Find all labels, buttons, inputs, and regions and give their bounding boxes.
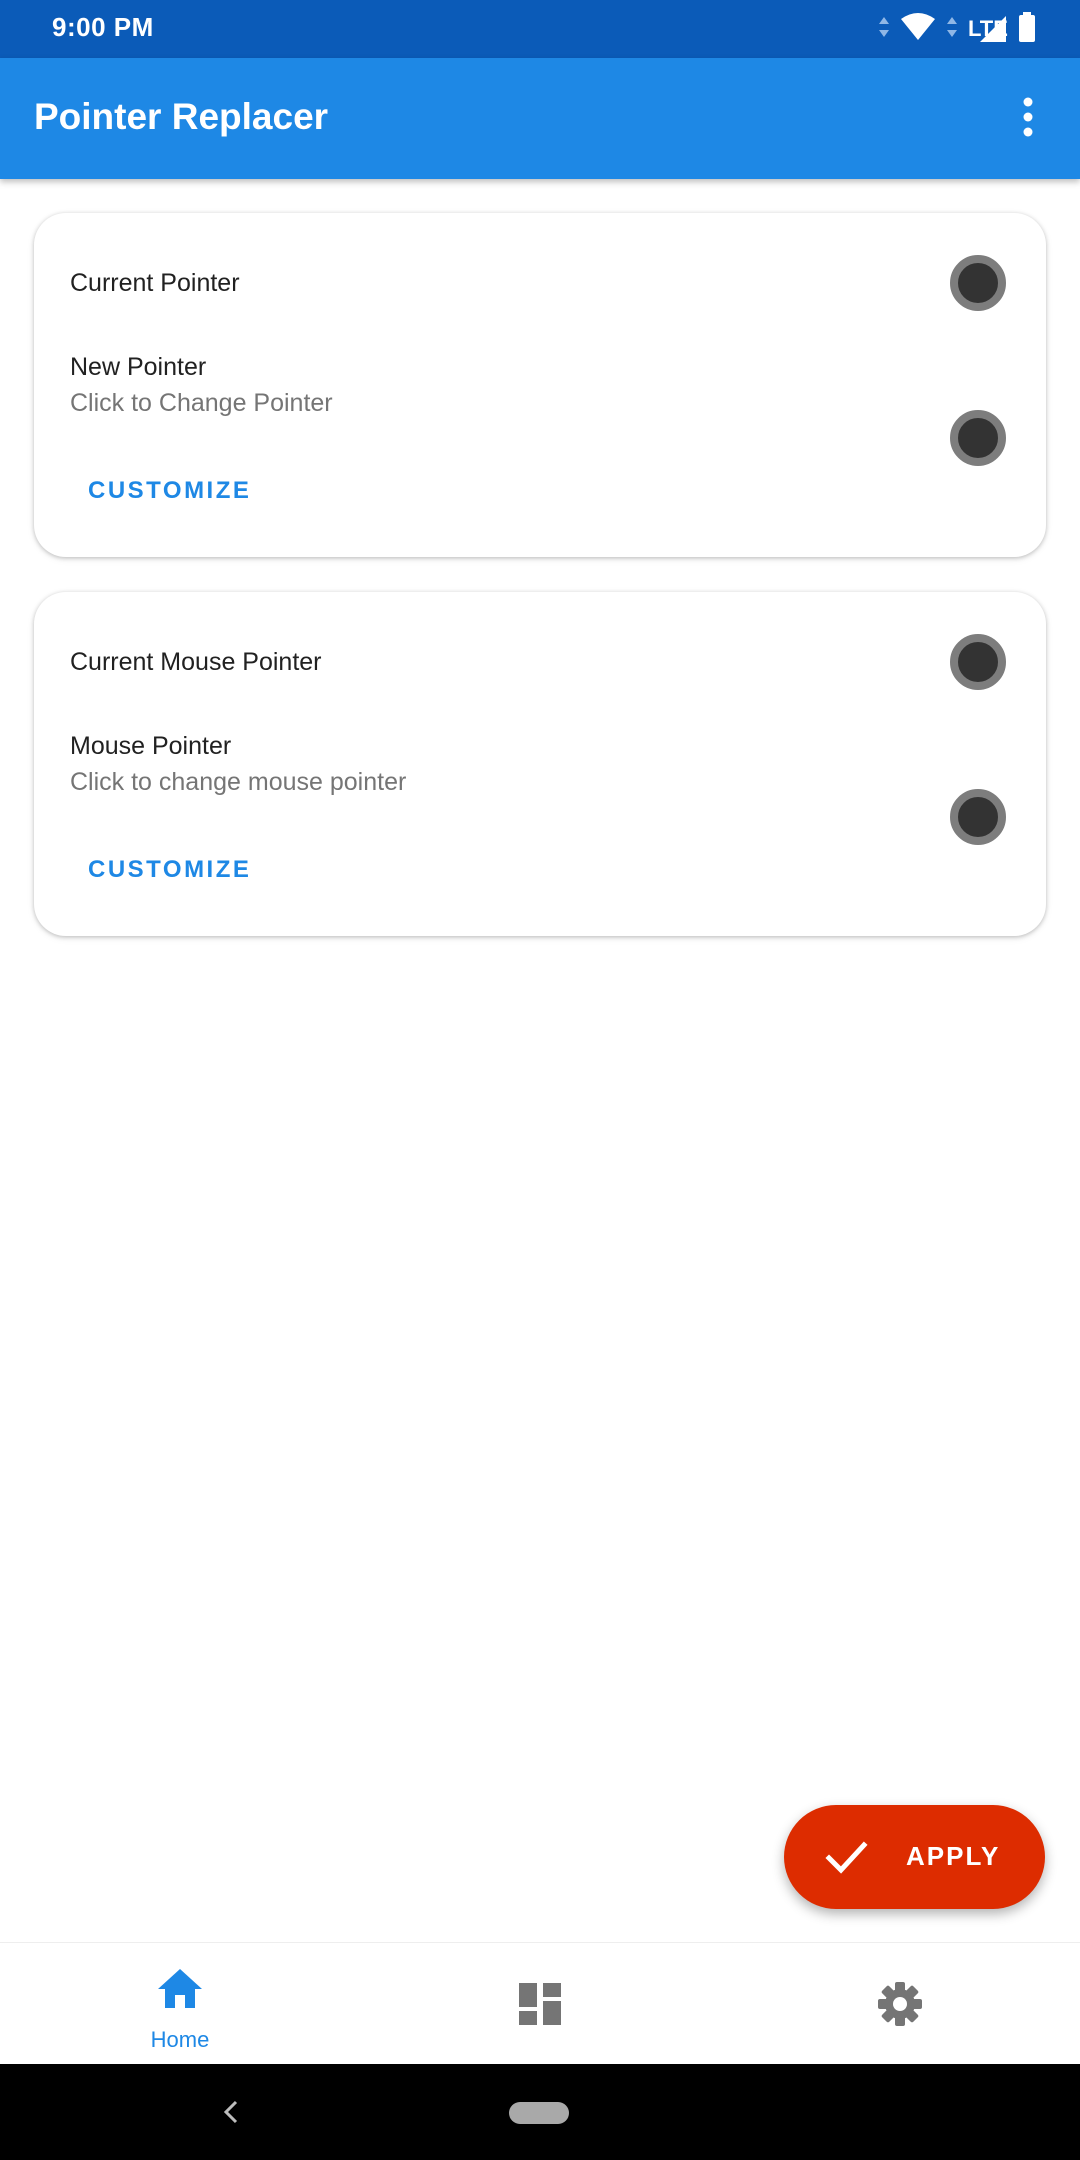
apply-button[interactable]: APPLY <box>784 1805 1045 1909</box>
current-mouse-pointer-label: Current Mouse Pointer <box>70 648 322 676</box>
customize-pointer-button[interactable]: CUSTOMIZE <box>88 477 251 505</box>
customize-mouse-pointer-button[interactable]: CUSTOMIZE <box>88 856 251 884</box>
status-time: 9:00 PM <box>52 12 154 42</box>
mouse-pointer-label[interactable]: Mouse Pointer <box>70 732 231 761</box>
lte-signal-icon: LTE <box>968 14 1008 44</box>
wifi-icon <box>900 12 936 46</box>
check-icon <box>824 1835 868 1884</box>
current-pointer-label: Current Pointer <box>70 269 240 297</box>
more-vert-icon <box>1022 97 1034 142</box>
bottom-navigation: Home <box>0 1942 1080 2065</box>
new-pointer-label[interactable]: New Pointer <box>70 353 206 382</box>
home-icon <box>157 1967 203 2014</box>
battery-icon <box>1018 11 1036 47</box>
nav-settings[interactable] <box>720 1943 1080 2065</box>
new-pointer-preview[interactable] <box>950 410 1006 466</box>
mouse-pointer-card: Current Mouse Pointer Mouse Pointer Clic… <box>34 592 1046 936</box>
home-pill[interactable] <box>509 2102 569 2124</box>
back-icon[interactable] <box>214 2094 250 2130</box>
lte-label: LTE <box>968 16 1008 41</box>
nav-home-label: Home <box>150 2027 210 2052</box>
current-pointer-preview <box>950 255 1006 311</box>
status-icons: LTE <box>878 10 1036 48</box>
apply-label: APPLY <box>906 1841 1001 1871</box>
nav-home[interactable]: Home <box>0 1943 360 2065</box>
nav-dashboard[interactable] <box>360 1943 720 2065</box>
app-bar: Pointer Replacer <box>0 58 1080 179</box>
dashboard-icon <box>519 1983 561 2030</box>
data-arrows-icon <box>946 15 958 44</box>
settings-icon <box>877 1981 923 2032</box>
system-navigation-bar <box>0 2064 1080 2160</box>
mouse-pointer-preview[interactable] <box>950 789 1006 845</box>
pointer-card: Current Pointer New Pointer Click to Cha… <box>34 213 1046 557</box>
mouse-pointer-hint[interactable]: Click to change mouse pointer <box>70 768 406 797</box>
data-arrows-icon <box>878 15 890 44</box>
status-bar: 9:00 PM LTE <box>0 0 1080 58</box>
current-mouse-pointer-preview <box>950 634 1006 690</box>
new-pointer-hint[interactable]: Click to Change Pointer <box>70 389 333 418</box>
overflow-menu-button[interactable] <box>998 84 1058 154</box>
app-title: Pointer Replacer <box>34 96 329 137</box>
